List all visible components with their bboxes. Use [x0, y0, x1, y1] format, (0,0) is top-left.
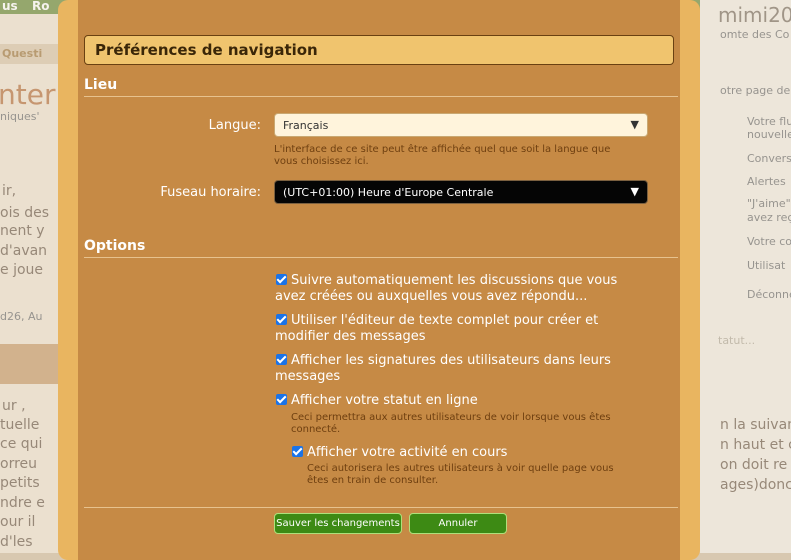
modal-body: Préférences de navigation Lieu Langue: F…	[78, 0, 680, 560]
chevron-down-icon: ▼	[630, 185, 639, 198]
option-label: Utiliser l'éditeur de texte complet pour…	[291, 313, 599, 328]
option-hint: connecté.	[291, 424, 341, 435]
language-value: Français	[283, 119, 329, 132]
section-divider	[84, 96, 678, 97]
option-label: Afficher les signatures des utilisateurs…	[291, 353, 611, 368]
timezone-label: Fuseau horaire:	[160, 185, 261, 200]
section-divider	[84, 257, 678, 258]
online-status-checkbox[interactable]	[276, 394, 287, 405]
option-label: modifier des messages	[275, 329, 426, 344]
auto-watch-checkbox[interactable]	[276, 274, 287, 285]
show-signatures-checkbox[interactable]	[276, 354, 287, 365]
section-heading-lieu: Lieu	[84, 77, 118, 93]
modal-title-bar: Préférences de navigation	[84, 35, 674, 65]
option-hint: Ceci permettra aux autres utilisateurs d…	[291, 412, 611, 423]
language-select[interactable]: Français ▼	[274, 113, 648, 137]
section-heading-options: Options	[84, 238, 146, 254]
timezone-select[interactable]: (UTC+01:00) Heure d'Europe Centrale ▼	[274, 180, 648, 204]
option-label: messages	[275, 369, 341, 384]
cancel-button[interactable]: Annuler	[409, 513, 507, 534]
current-activity-checkbox[interactable]	[292, 446, 303, 457]
save-changes-button[interactable]: Sauver les changements	[274, 513, 402, 534]
timezone-value: (UTC+01:00) Heure d'Europe Centrale	[283, 186, 494, 199]
option-label: Afficher votre statut en ligne	[291, 393, 478, 408]
option-hint: Ceci autorisera les autres utilisateurs …	[307, 463, 614, 474]
language-label: Langue:	[208, 118, 261, 133]
preferences-modal: Préférences de navigation Lieu Langue: F…	[58, 0, 700, 560]
option-label: Afficher votre activité en cours	[307, 445, 508, 460]
option-label: Suivre automatiquement les discussions q…	[291, 273, 618, 288]
language-hint: L'interface de ce site peut être affiché…	[274, 144, 610, 168]
modal-title: Préférences de navigation	[95, 41, 318, 59]
option-hint: êtes en train de consulter.	[307, 475, 439, 486]
option-label: avez créées ou auxquelles vous avez répo…	[275, 289, 588, 304]
rich-editor-checkbox[interactable]	[276, 314, 287, 325]
chevron-down-icon: ▼	[630, 118, 639, 131]
hint-line: vous choisissez ici.	[274, 156, 369, 167]
footer-divider	[84, 507, 678, 508]
hint-line: L'interface de ce site peut être affiché…	[274, 144, 611, 155]
